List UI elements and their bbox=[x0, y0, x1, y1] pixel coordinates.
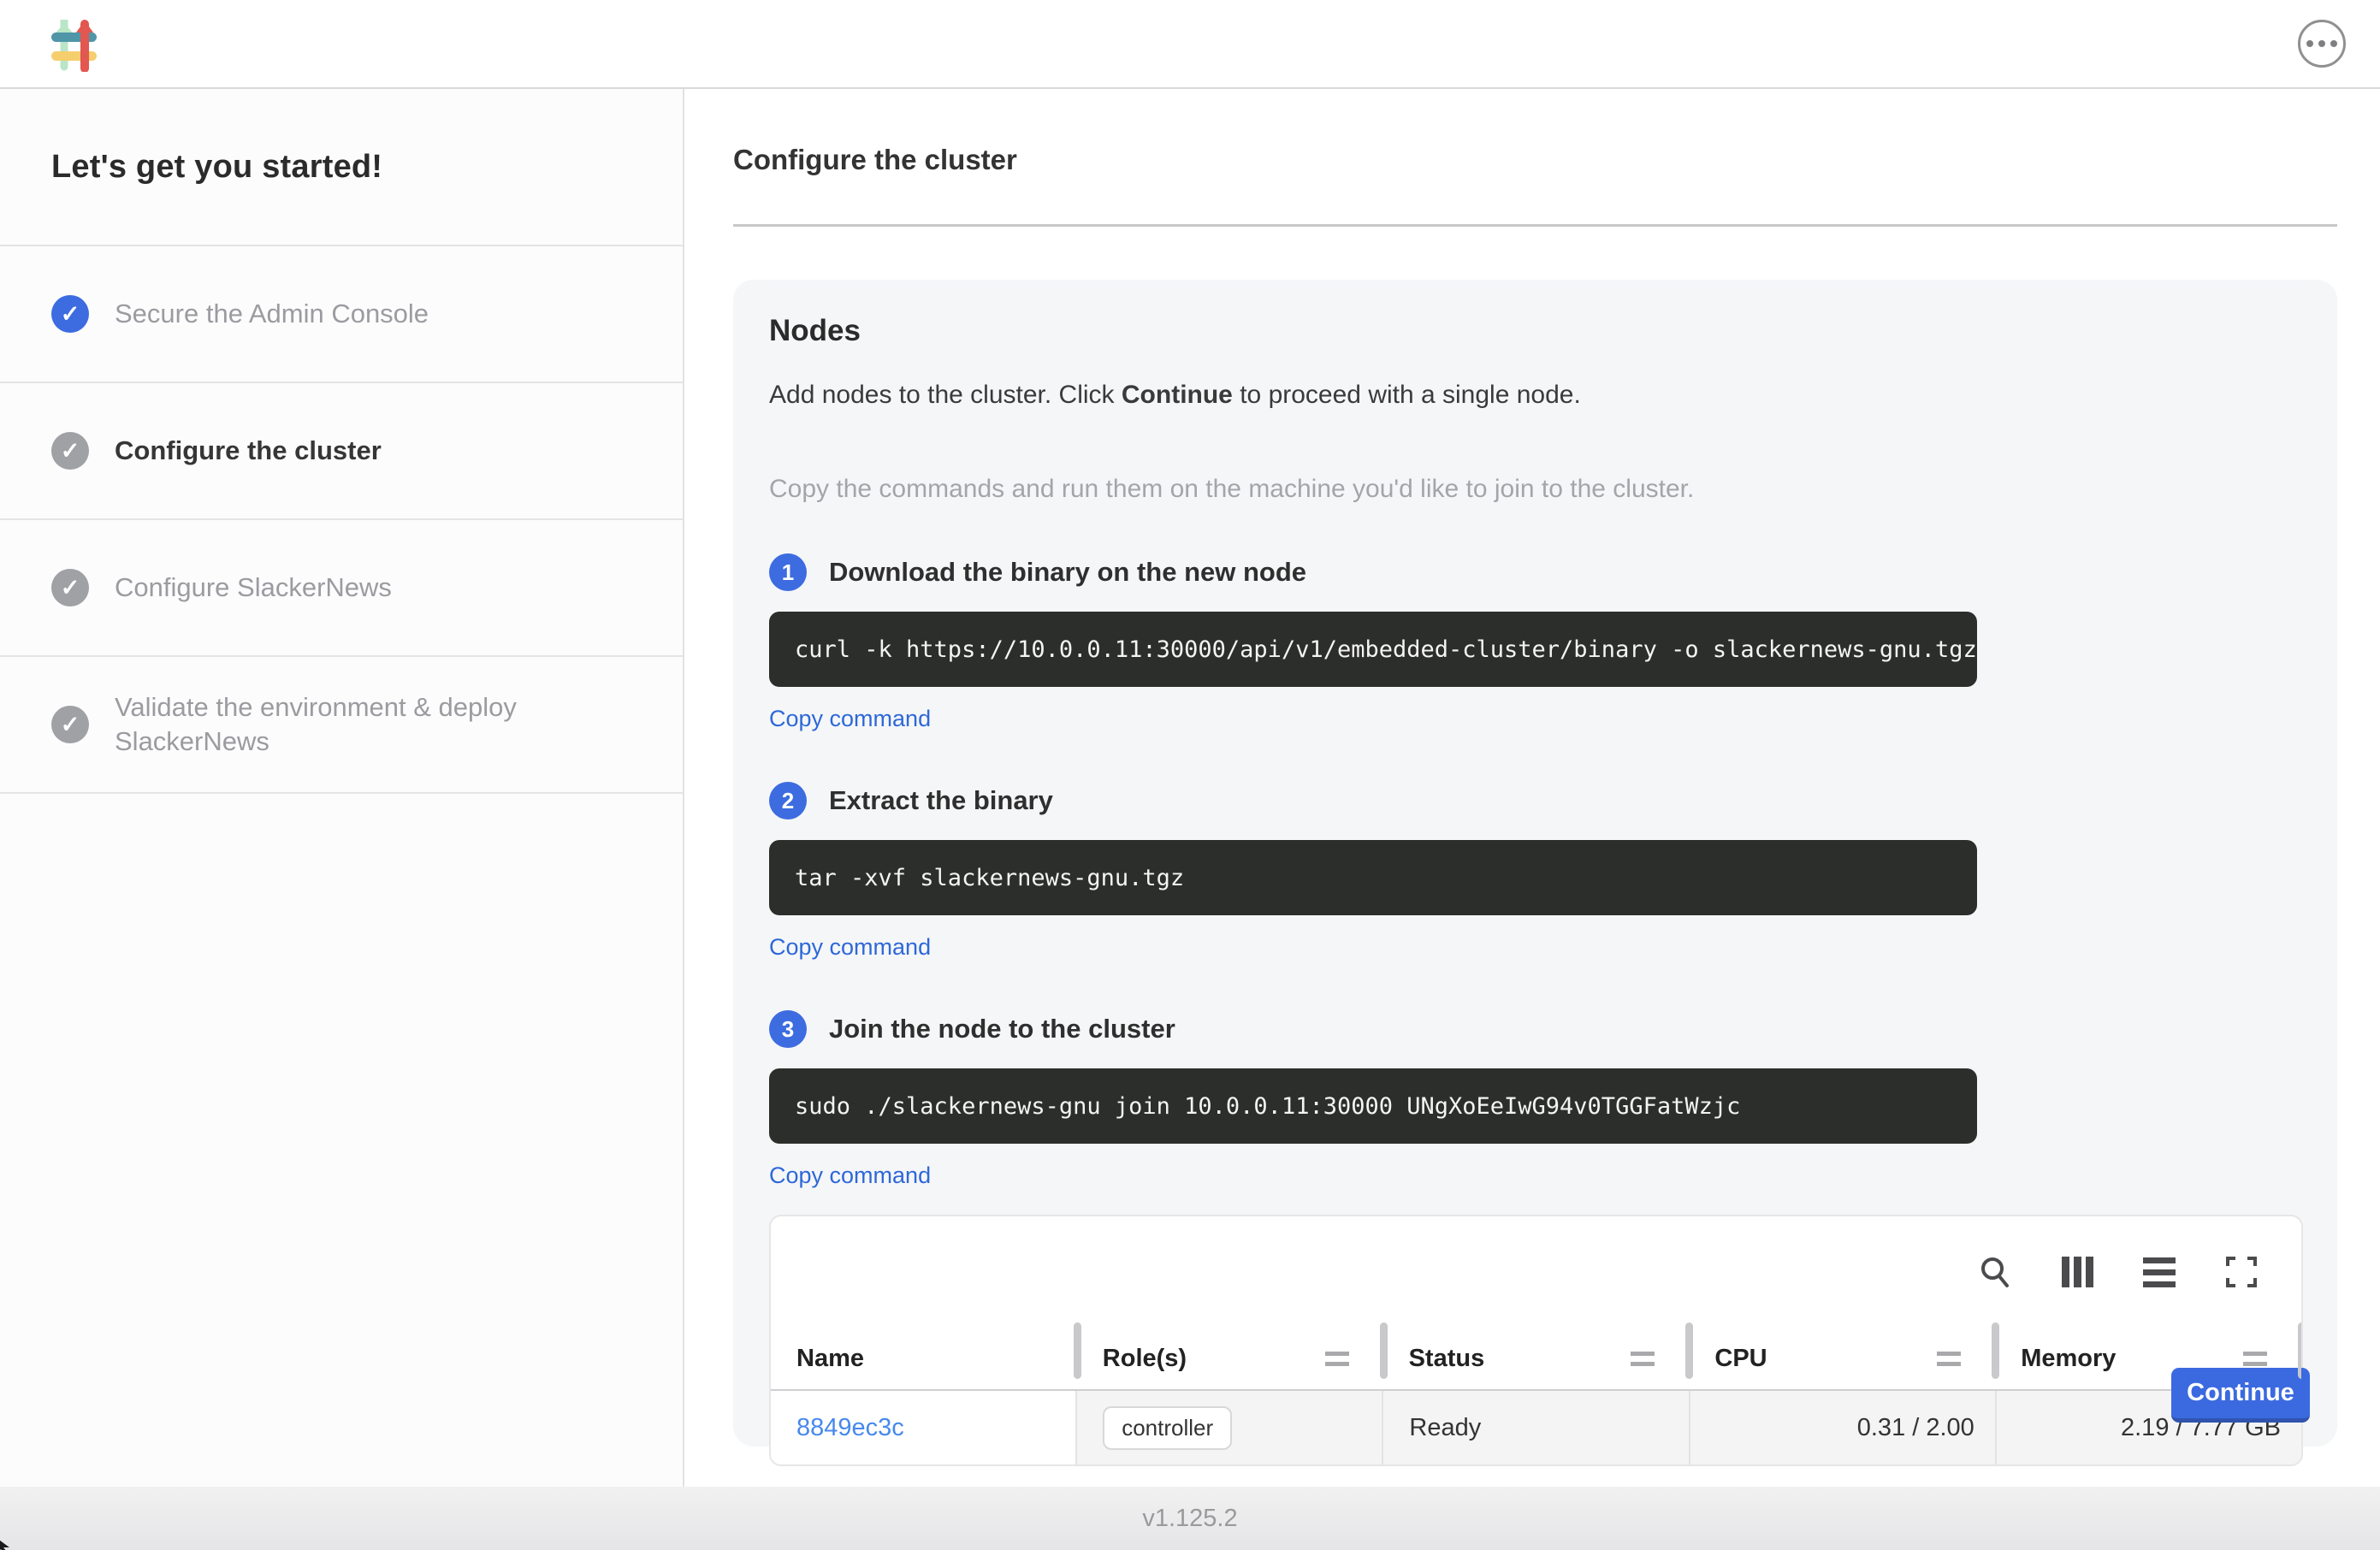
step-number-badge: 1 bbox=[769, 553, 807, 591]
copy-command-link[interactable]: Copy command bbox=[769, 934, 931, 961]
nodes-table: Name Role(s) Status bbox=[769, 1215, 2303, 1466]
role-chip: controller bbox=[1103, 1406, 1232, 1450]
column-menu-icon[interactable] bbox=[2243, 1352, 2267, 1366]
check-icon: ✓ bbox=[51, 295, 89, 333]
slackernews-logo-icon bbox=[50, 15, 99, 72]
nodes-card: Nodes Add nodes to the cluster. Click Co… bbox=[733, 280, 2337, 1446]
node-roles-cell: controller bbox=[1075, 1391, 1382, 1464]
nodes-intro: Add nodes to the cluster. Click Continue… bbox=[769, 381, 2303, 410]
table-header-row: Name Role(s) Status bbox=[771, 1328, 2301, 1391]
column-resize-handle[interactable] bbox=[1380, 1322, 1388, 1379]
copy-command-link[interactable]: Copy command bbox=[769, 706, 931, 732]
nodes-heading: Nodes bbox=[769, 314, 2303, 348]
node-name-cell: 8849ec3c bbox=[771, 1391, 1075, 1464]
top-bar bbox=[0, 0, 2380, 89]
copy-command-link[interactable]: Copy command bbox=[769, 1162, 931, 1189]
column-menu-icon[interactable] bbox=[1325, 1352, 1349, 1366]
join-step-1-heading: 1 Download the binary on the new node bbox=[769, 553, 2303, 591]
sidebar-step-secure-admin-console[interactable]: ✓ Secure the Admin Console bbox=[0, 246, 683, 383]
title-divider bbox=[733, 224, 2337, 227]
admin-console-window: Let's get you started! ✓ Secure the Admi… bbox=[0, 0, 2380, 1550]
fullscreen-icon[interactable] bbox=[2223, 1253, 2260, 1291]
sidebar-step-label: Configure SlackerNews bbox=[115, 571, 392, 605]
column-menu-icon[interactable] bbox=[1631, 1352, 1655, 1366]
join-hint: Copy the commands and run them on the ma… bbox=[769, 475, 2303, 504]
step-number-badge: 3 bbox=[769, 1010, 807, 1048]
search-icon[interactable] bbox=[1976, 1253, 2014, 1291]
check-icon: ✓ bbox=[51, 706, 89, 743]
ellipsis-icon bbox=[2306, 40, 2313, 47]
columns-icon[interactable] bbox=[2058, 1253, 2096, 1291]
sidebar-step-label: Validate the environment & deploy Slacke… bbox=[115, 690, 631, 760]
sidebar-step-validate-deploy[interactable]: ✓ Validate the environment & deploy Slac… bbox=[0, 657, 683, 794]
table-row: 8849ec3c controller Ready 0.31 / 2.00 2.… bbox=[771, 1391, 2301, 1464]
density-icon[interactable] bbox=[2140, 1253, 2178, 1291]
sidebar-heading: Let's get you started! bbox=[0, 89, 683, 246]
command-code-block: tar -xvf slackernews-gnu.tgz bbox=[769, 840, 1977, 915]
table-toolbar bbox=[771, 1216, 2301, 1328]
column-menu-icon[interactable] bbox=[1937, 1352, 1961, 1366]
join-step-3-heading: 3 Join the node to the cluster bbox=[769, 1010, 2303, 1048]
main-content: Configure the cluster Nodes Add nodes to… bbox=[684, 89, 2380, 1487]
version-label: v1.125.2 bbox=[1142, 1505, 1237, 1533]
node-status-cell: Ready bbox=[1382, 1391, 1688, 1464]
command-code-block: curl -k https://10.0.0.11:30000/api/v1/e… bbox=[769, 612, 1977, 687]
overflow-menu-button[interactable] bbox=[2298, 20, 2346, 68]
app-footer: v1.125.2 bbox=[0, 1487, 2380, 1550]
check-icon: ✓ bbox=[51, 432, 89, 470]
node-name-link[interactable]: 8849ec3c bbox=[796, 1414, 904, 1442]
page-title: Configure the cluster bbox=[733, 144, 2337, 176]
sidebar-step-configure-slackernews[interactable]: ✓ Configure SlackerNews bbox=[0, 520, 683, 657]
node-cpu-cell: 0.31 / 2.00 bbox=[1689, 1391, 1995, 1464]
sidebar-step-label: Secure the Admin Console bbox=[115, 297, 429, 331]
check-icon: ✓ bbox=[51, 569, 89, 606]
join-step-2-heading: 2 Extract the binary bbox=[769, 782, 2303, 819]
sidebar-step-label: Configure the cluster bbox=[115, 434, 382, 468]
column-header-name[interactable]: Name bbox=[771, 1328, 1077, 1389]
command-code-block: sudo ./slackernews-gnu join 10.0.0.11:30… bbox=[769, 1068, 1977, 1144]
column-resize-handle[interactable] bbox=[1992, 1322, 1999, 1379]
setup-steps-sidebar: Let's get you started! ✓ Secure the Admi… bbox=[0, 89, 684, 1487]
column-header-roles[interactable]: Role(s) bbox=[1077, 1328, 1383, 1389]
column-resize-handle[interactable] bbox=[1685, 1322, 1693, 1379]
column-resize-handle[interactable] bbox=[1074, 1322, 1081, 1379]
column-header-status[interactable]: Status bbox=[1383, 1328, 1690, 1389]
sidebar-step-configure-cluster[interactable]: ✓ Configure the cluster bbox=[0, 383, 683, 520]
mouse-cursor bbox=[0, 1535, 14, 1550]
step-number-badge: 2 bbox=[769, 782, 807, 819]
continue-button[interactable]: Continue bbox=[2171, 1368, 2310, 1423]
column-header-cpu[interactable]: CPU bbox=[1689, 1328, 1995, 1389]
